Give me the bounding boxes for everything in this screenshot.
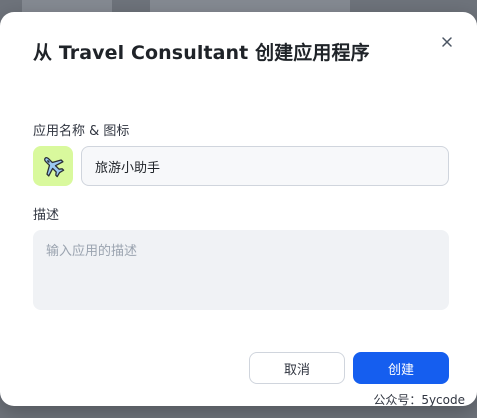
background-strip <box>22 0 112 12</box>
watermark-text: 公众号：5ycode <box>373 393 465 407</box>
app-name-label: 应用名称 & 图标 <box>33 124 130 139</box>
cancel-button[interactable]: 取消 <box>249 352 345 384</box>
background-strip <box>150 0 350 12</box>
description-label: 描述 <box>33 208 60 223</box>
app-icon-picker[interactable] <box>33 146 73 186</box>
description-textarea[interactable] <box>33 230 449 310</box>
dialog-title: 从 Travel Consultant 创建应用程序 <box>33 42 370 64</box>
app-name-input[interactable] <box>81 146 449 186</box>
create-button[interactable]: 创建 <box>353 352 449 384</box>
create-app-dialog: 从 Travel Consultant 创建应用程序 应用名称 & 图标 描述 … <box>0 12 477 406</box>
close-icon[interactable] <box>439 34 455 50</box>
airplane-icon <box>44 157 65 178</box>
